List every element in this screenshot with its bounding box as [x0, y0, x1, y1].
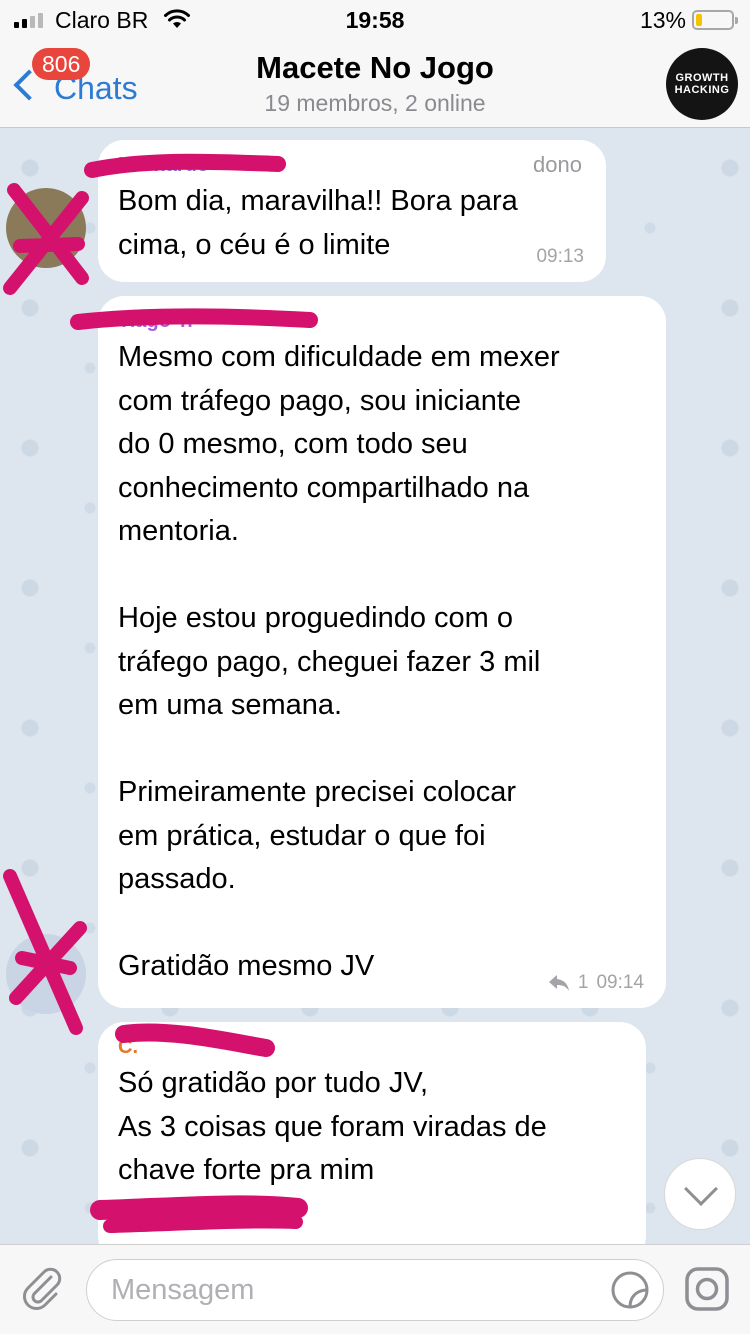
reply-icon[interactable]	[548, 974, 570, 992]
camera-icon[interactable]	[682, 1264, 732, 1314]
message-sender[interactable]: Leonardo	[118, 154, 584, 180]
avatar-text-line2: HACKING	[674, 84, 730, 96]
battery-icon	[692, 10, 738, 30]
message-text: Mesmo com dificuldade em mexer com tráfe…	[118, 341, 560, 982]
message-text: Bom dia, maravilha!! Bora para cima, o c…	[118, 185, 518, 261]
avatar-text-line1: GROWTH	[675, 72, 729, 84]
message-bubble[interactable]: Tiago Y. Mesmo com dificuldade em mexer …	[98, 296, 666, 1008]
input-bar	[0, 1244, 750, 1334]
message-list[interactable]: Leonardo dono Bom dia, maravilha!! Bora …	[0, 128, 750, 1244]
chat-header: Chats 806 Macete No Jogo 19 membros, 2 o…	[0, 40, 750, 128]
message-bubble[interactable]: C. Só gratidão por tudo JV, As 3 coisas …	[98, 1022, 646, 1244]
reply-count: 1	[577, 972, 589, 993]
chat-subtitle: 19 membros, 2 online	[264, 90, 486, 116]
battery-percent: 13%	[639, 7, 686, 33]
message-bubble[interactable]: Leonardo dono Bom dia, maravilha!! Bora …	[98, 140, 606, 282]
message-time: 09:14	[596, 972, 644, 993]
message-sender[interactable]: Tiago Y.	[118, 310, 644, 336]
status-bar: Claro BR 19:58 13%	[0, 0, 750, 40]
role-badge: dono	[533, 152, 582, 177]
clock: 19:58	[345, 7, 405, 33]
scroll-down-button[interactable]	[664, 1158, 736, 1230]
sticker-icon[interactable]	[610, 1270, 650, 1310]
message-input[interactable]	[86, 1259, 664, 1321]
message-time: 09:13	[536, 246, 584, 267]
avatar[interactable]	[6, 934, 86, 1014]
chat-title[interactable]: Macete No Jogo	[0, 50, 750, 86]
unread-badge: 806	[32, 48, 91, 80]
group-avatar[interactable]: GROWTH HACKING	[666, 48, 738, 120]
paperclip-icon[interactable]	[18, 1263, 68, 1313]
message-meta: 1 09:14	[548, 972, 644, 994]
avatar[interactable]	[6, 188, 86, 268]
chevron-down-icon	[684, 1172, 718, 1206]
message-sender[interactable]: C.	[118, 1036, 624, 1062]
message-text: Só gratidão por tudo JV, As 3 coisas que…	[118, 1067, 547, 1186]
